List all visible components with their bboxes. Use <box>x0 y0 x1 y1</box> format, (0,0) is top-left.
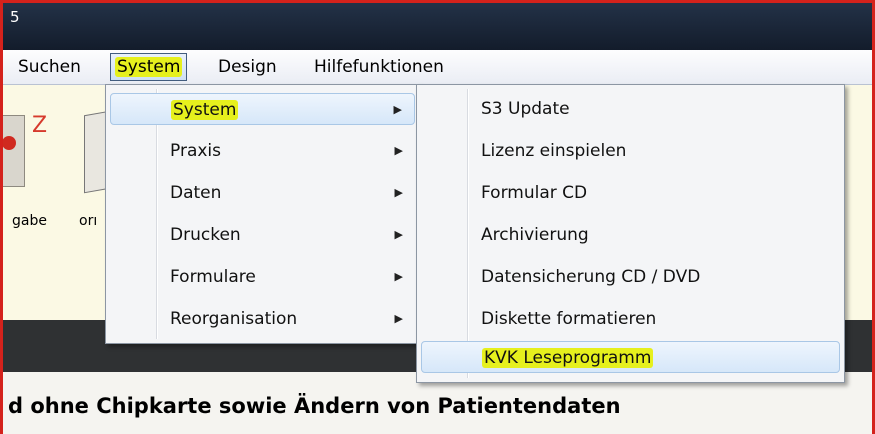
menu-item-formular-cd[interactable]: Formular CD <box>421 177 840 209</box>
menu-design-label: Design <box>218 57 277 77</box>
menu-bar: Suchen System Design Hilfefunktionen <box>0 50 875 85</box>
menu-item-s3-update[interactable]: S3 Update <box>421 93 840 125</box>
menu-design[interactable]: Design <box>214 50 281 84</box>
menu-item-system-label: System <box>171 100 239 120</box>
menu-item-daten-label: Daten <box>170 183 222 203</box>
submenu-arrow-icon: ▶ <box>394 144 403 157</box>
window-title: 5 <box>10 8 20 26</box>
toolbar-label-eingabe: gabe <box>12 213 47 229</box>
z-letter-icon: Z <box>32 113 48 138</box>
menu-system[interactable]: System <box>110 53 188 81</box>
menu-item-lizenz-einspielen[interactable]: Lizenz einspielen <box>421 135 840 167</box>
menu-item-reorganisation[interactable]: Reorganisation ▶ <box>110 303 415 335</box>
patient-icon[interactable] <box>0 115 25 187</box>
menu-item-drucken-label: Drucken <box>170 225 241 245</box>
menu-suchen-label: Suchen <box>18 57 81 77</box>
menu-item-reorganisation-label: Reorganisation <box>170 309 298 329</box>
menu-item-archivierung-label: Archivierung <box>481 225 589 245</box>
menu-item-kvk-leseprogramm-label: KVK Leseprogramm <box>482 348 654 368</box>
menu-item-archivierung[interactable]: Archivierung <box>421 219 840 251</box>
submenu-arrow-icon: ▶ <box>394 270 403 283</box>
system-submenu: S3 Update Lizenz einspielen Formular CD … <box>416 84 845 383</box>
menu-item-datensicherung-label: Datensicherung CD / DVD <box>481 267 701 287</box>
menu-system-label: System <box>115 57 183 77</box>
status-text: d ohne Chipkarte sowie Ändern von Patien… <box>8 394 621 418</box>
menu-item-system[interactable]: System ▶ <box>110 93 415 125</box>
submenu-arrow-icon: ▶ <box>393 103 402 116</box>
menu-item-praxis[interactable]: Praxis ▶ <box>110 135 415 167</box>
menu-hilfefunktionen[interactable]: Hilfefunktionen <box>310 50 448 84</box>
menu-item-daten[interactable]: Daten ▶ <box>110 177 415 209</box>
system-dropdown-menu: System ▶ Praxis ▶ Daten ▶ Drucken ▶ Form… <box>105 84 420 344</box>
menu-hilfefunktionen-label: Hilfefunktionen <box>314 57 444 77</box>
menu-item-diskette-formatieren[interactable]: Diskette formatieren <box>421 303 840 335</box>
menu-gutter <box>156 89 158 339</box>
menu-item-formular-cd-label: Formular CD <box>481 183 588 203</box>
menu-item-kvk-leseprogramm[interactable]: KVK Leseprogramm <box>421 341 840 373</box>
menu-item-s3-update-label: S3 Update <box>481 99 570 119</box>
submenu-arrow-icon: ▶ <box>394 228 403 241</box>
menu-item-formulare[interactable]: Formulare ▶ <box>110 261 415 293</box>
menu-item-datensicherung[interactable]: Datensicherung CD / DVD <box>421 261 840 293</box>
toolbar-label-formular: orı <box>79 213 98 229</box>
menu-item-lizenz-einspielen-label: Lizenz einspielen <box>481 141 627 161</box>
title-bar: 5 <box>0 0 875 50</box>
submenu-arrow-icon: ▶ <box>394 186 403 199</box>
menu-item-diskette-formatieren-label: Diskette formatieren <box>481 309 657 329</box>
submenu-arrow-icon: ▶ <box>394 312 403 325</box>
menu-suchen[interactable]: Suchen <box>14 50 85 84</box>
menu-item-drucken[interactable]: Drucken ▶ <box>110 219 415 251</box>
menu-item-formulare-label: Formulare <box>170 267 256 287</box>
menu-item-praxis-label: Praxis <box>170 141 221 161</box>
